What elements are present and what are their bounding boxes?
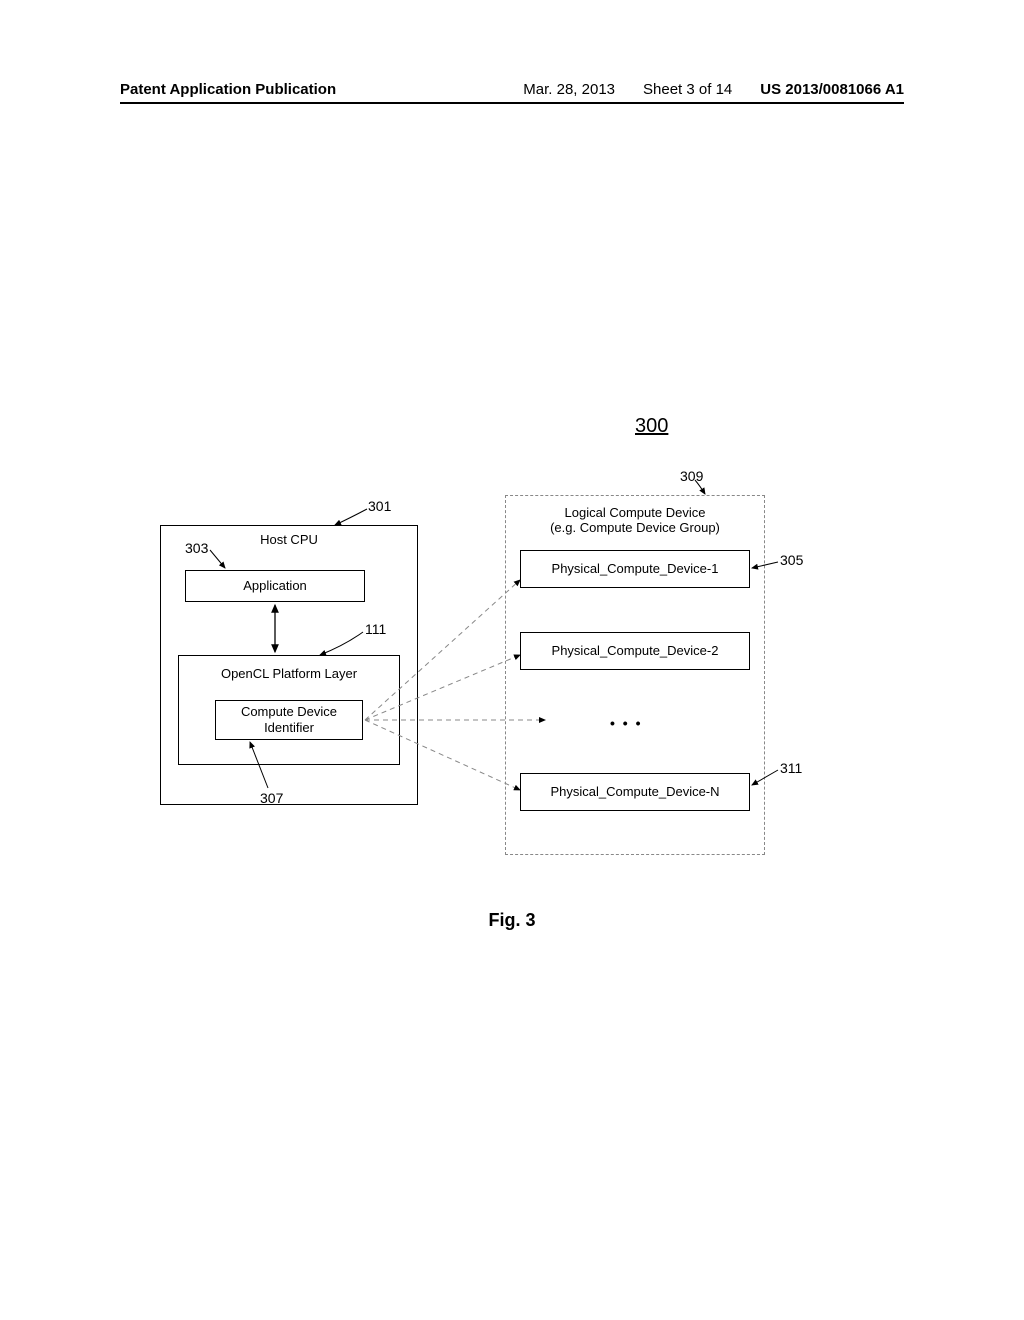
diagram-canvas: Host CPU Application OpenCL Platform Lay… xyxy=(0,0,1024,1320)
lead-lines xyxy=(0,0,1024,1320)
figure-caption: Fig. 3 xyxy=(0,910,1024,931)
